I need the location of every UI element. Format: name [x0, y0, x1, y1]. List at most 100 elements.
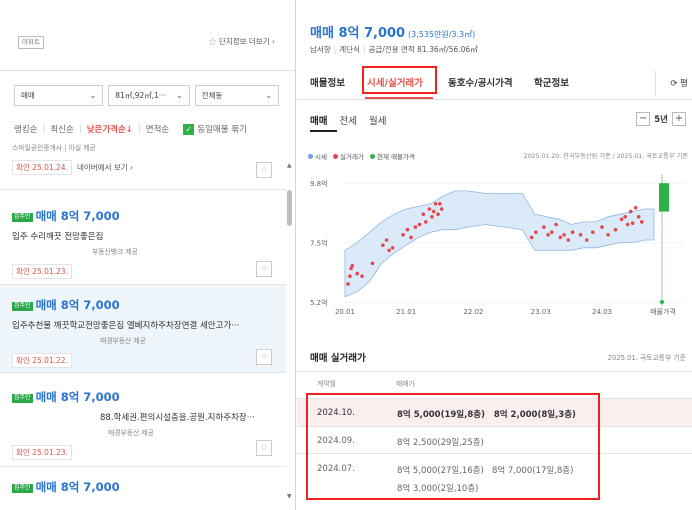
deal-point [562, 233, 566, 237]
listing-price: 매매 8억 7,000 [35, 480, 120, 494]
naver-link[interactable]: 네이버에서 보기 › [77, 163, 133, 172]
active-tab-underline [365, 97, 433, 99]
tab-listing-info[interactable]: 매물정보 [310, 75, 345, 89]
x-tick-label: 21.01 [396, 308, 416, 316]
list-item[interactable]: 집주인 매매 8억 7,000 88.학세권.편의시설충을.공원.지하주차장···… [0, 373, 286, 467]
detail-price: 매매 8억 7,000 [310, 26, 406, 41]
favorite-star-icon[interactable]: ☆ [256, 162, 272, 178]
deal-point [640, 220, 644, 224]
minus-icon[interactable]: − [636, 112, 651, 126]
area-value: 81㎡,92㎡,1··· [115, 91, 167, 100]
list-item[interactable]: 집주인 매매 8억 7,000 입주 수리깨끗 전망좋은집 부동산뱅크 제공 확인… [0, 190, 286, 285]
deal-point [381, 243, 385, 247]
legend-market: 시세 [315, 153, 327, 161]
deal-point [390, 246, 395, 250]
deal-point [550, 230, 554, 234]
subtab-underline [310, 130, 337, 132]
list-item[interactable]: 집주인 매매 8억 7,000 [0, 467, 286, 510]
y-tick-label: 5.2억 [310, 299, 328, 307]
sort-low-price[interactable]: 낮은가격순↓ [87, 123, 133, 135]
chevron-down-icon: ⌄ [89, 91, 97, 100]
y-tick-label: 9.8억 [310, 180, 328, 188]
listing-agent: 부동산뱅크 제공 [92, 248, 138, 256]
deal-point [427, 207, 432, 211]
owner-tag: 집주인 [12, 213, 33, 222]
tab-unit-official-price[interactable]: 동호수/공시가격 [448, 75, 513, 89]
deal-point [558, 235, 563, 240]
confirm-date: 확인 25.01.23. [12, 264, 72, 279]
structure: 계단식 [339, 45, 360, 54]
deal-point [546, 233, 550, 237]
deal-point [613, 227, 618, 232]
deal-point [578, 233, 583, 237]
scroll-up-icon[interactable]: ▲ [287, 162, 292, 169]
deal-point [421, 212, 426, 216]
legend-current: 현재 매물가격 [377, 153, 415, 161]
current-listing-marker [660, 300, 664, 304]
listing-price: 매매 8억 7,000 [35, 209, 120, 223]
deal-point [413, 225, 418, 229]
deal-point [384, 238, 389, 242]
checkbox-checked-icon[interactable]: ✓ [183, 123, 195, 135]
deal-point [438, 202, 442, 206]
deal-point [570, 230, 575, 234]
deal-point [360, 274, 364, 278]
deal-point [439, 207, 444, 211]
dong-select[interactable]: 전체동 ⌄ [194, 85, 280, 106]
subtab-jeonse[interactable]: 전세 [339, 116, 356, 127]
area-select[interactable]: 81㎡,92㎡,1··· ⌄ [108, 85, 190, 106]
deal-point [619, 217, 624, 222]
current-listing-bar [659, 183, 669, 212]
deal-point [417, 222, 422, 227]
header-price: 매매가 [396, 380, 415, 388]
deal-point [355, 271, 359, 276]
deal-point [424, 220, 428, 224]
favorite-star-icon[interactable]: ☆ [256, 440, 272, 456]
owner-tag: 집주인 [12, 302, 33, 311]
list-item[interactable]: 스마일공인중개사 | 아실 제공 확인 25.01.24. 네이버에서 보기 › … [0, 138, 286, 190]
section-title: 매매 실거래가 [310, 353, 366, 364]
subtab-sale[interactable]: 매매 [310, 116, 327, 127]
complex-info-link[interactable]: ☆ 단지정보 더보기 › [208, 36, 275, 48]
deal-point [431, 209, 436, 214]
price-chart[interactable]: 9.8억 7.5억 5.2억 20.01 21.01 22.02 23.03 24.03 매물가… [297, 162, 692, 327]
unit-toggle[interactable]: ⟳ 평 [655, 71, 692, 95]
favorite-star-icon[interactable]: ☆ [256, 349, 272, 365]
detail-panel: 매매 8억 7,000 (3,535만원/3.3㎡) 남서향 | 계단식 | 공급/전용… [297, 0, 692, 510]
listing-agent: 스마일공인중개사 | 아실 제공 [12, 144, 96, 152]
listing-panel: 아파트 ☆ 단지정보 더보기 › 매매 ⌄ 81㎡,92㎡,1··· ⌄ 전체동 … [0, 0, 296, 510]
deal-point [348, 274, 352, 278]
deal-point [554, 222, 558, 227]
market-price-band [344, 190, 655, 298]
x-tick-label: 매물가격 [650, 307, 676, 316]
favorite-star-icon[interactable]: ☆ [256, 261, 272, 277]
star-icon: ☆ [207, 37, 217, 48]
sort-ranking[interactable]: 랭킹순 [14, 123, 37, 135]
deal-point [409, 235, 413, 240]
sort-area[interactable]: 면적순 [146, 123, 169, 135]
scroll-down-icon[interactable]: ▼ [287, 493, 292, 500]
left-header: 아파트 ☆ 단지정보 더보기 › [18, 36, 275, 52]
trade-type-select[interactable]: 매매 ⌄ [14, 85, 104, 106]
confirm-date: 확인 25.01.24. [12, 160, 72, 175]
list-item[interactable]: 집주인 매매 8억 7,000 입주추천물 깨끗학교전망좋은집 엘베지하주차장연결… [0, 285, 286, 373]
scrollbar-thumb[interactable] [287, 190, 292, 226]
list-scrollbar[interactable]: ▲ ▼ [287, 138, 293, 510]
subtab-monthly[interactable]: 월세 [369, 116, 386, 127]
deal-point [436, 212, 440, 216]
tab-school-info[interactable]: 학군정보 [534, 75, 569, 89]
highlight-box [306, 393, 600, 500]
x-tick-label: 23.03 [531, 308, 551, 316]
listing-description: 입주추천물 깨끗학교전망좋은집 엘베지하주차장연결 세안고가··· [12, 321, 240, 331]
legend-dot-current [370, 154, 376, 159]
refresh-icon: ⟳ [670, 79, 678, 89]
plus-icon[interactable]: + [672, 112, 686, 126]
listing-price: 매매 8억 7,000 [35, 298, 120, 312]
divider [0, 70, 295, 71]
listing-agent: 매경부동산 제공 [108, 429, 154, 437]
price-per-area: (3,535만원/3.3㎡) [407, 30, 476, 39]
deal-point [370, 261, 375, 266]
orientation: 남서향 [310, 45, 331, 54]
sort-latest[interactable]: 최신순 [50, 123, 73, 135]
deal-point [350, 264, 355, 268]
